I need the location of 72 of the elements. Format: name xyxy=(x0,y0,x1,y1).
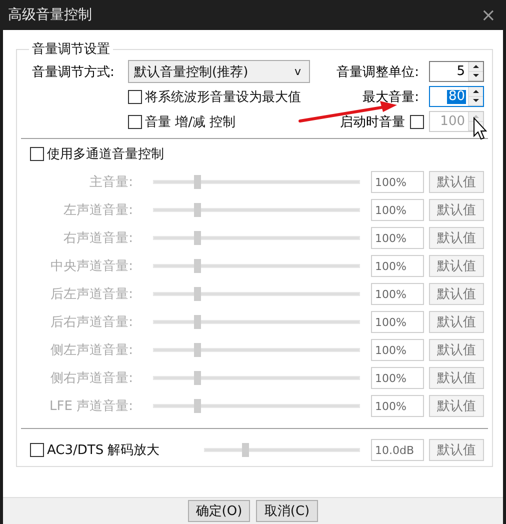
group-title: 音量调节设置 xyxy=(31,41,111,58)
checkbox[interactable] xyxy=(30,443,44,457)
slider-thumb[interactable] xyxy=(242,443,250,457)
default-button[interactable]: 默认值 xyxy=(429,199,484,221)
slider-thumb[interactable] xyxy=(194,315,202,329)
checkbox-label: AC3/DTS 解码放大 xyxy=(47,442,160,459)
checkbox-label: 使用多通道音量控制 xyxy=(47,146,164,163)
checkbox-label: 将系统波形音量设为最大值 xyxy=(145,88,301,106)
field-label: 音量调节方式: xyxy=(31,64,116,80)
mode-dropdown[interactable]: 默认音量控制(推荐) v xyxy=(128,60,310,83)
default-button[interactable]: 默认值 xyxy=(429,171,484,193)
checkbox[interactable] xyxy=(30,147,44,161)
value-field[interactable]: 100% xyxy=(371,199,424,221)
value-field[interactable]: 100% xyxy=(371,311,424,333)
up-arrow-icon xyxy=(473,64,479,68)
field-value: 100 xyxy=(439,114,466,128)
value-field[interactable]: 100% xyxy=(371,283,424,305)
slider-thumb[interactable] xyxy=(194,343,202,357)
field-value: 80 xyxy=(447,90,466,104)
slider-thumb[interactable] xyxy=(194,399,202,413)
up-arrow-icon xyxy=(473,90,479,93)
field-label: 最大音量: xyxy=(362,88,419,106)
close-button[interactable]: × xyxy=(480,4,498,26)
field-label: 启动时音量 xyxy=(340,114,405,130)
value-field[interactable]: 100% xyxy=(371,227,424,249)
default-button[interactable]: 默认值 xyxy=(429,255,484,277)
checkbox[interactable] xyxy=(128,114,142,128)
slider-thumb[interactable] xyxy=(194,231,202,245)
dropdown-value: 默认音量控制(推荐) xyxy=(134,64,248,80)
channel-label: 左声道音量: xyxy=(62,202,133,219)
checkbox-label: 音量 增/减 控制 xyxy=(145,114,236,130)
slider-thumb[interactable] xyxy=(194,371,202,385)
default-button[interactable]: 默认值 xyxy=(429,311,484,333)
channel-label: 后右声道音量: xyxy=(50,314,133,331)
slider-thumb[interactable] xyxy=(194,175,202,189)
cursor-icon xyxy=(474,116,488,140)
value-field[interactable]: 100% xyxy=(371,171,424,193)
default-button[interactable]: 默认值 xyxy=(429,439,484,461)
field-label: 音量调整单位: xyxy=(336,64,419,80)
up-arrow-icon xyxy=(473,114,479,118)
down-arrow-icon xyxy=(473,99,479,102)
spin-up-button[interactable] xyxy=(469,87,483,96)
window-title: 高级音量控制 xyxy=(8,6,92,24)
channel-label: 侧左声道音量: xyxy=(50,342,133,359)
value-field[interactable]: 10.0dB xyxy=(371,439,424,461)
number-field[interactable]: 80 xyxy=(429,86,484,107)
down-arrow-icon xyxy=(473,74,479,78)
default-button[interactable]: 默认值 xyxy=(429,227,484,249)
number-field[interactable]: 5 xyxy=(429,61,484,82)
dialog-button[interactable]: 确定(O) xyxy=(188,500,250,522)
channel-label: 侧右声道音量: xyxy=(50,370,133,387)
slider-thumb[interactable] xyxy=(194,287,202,301)
default-button[interactable]: 默认值 xyxy=(429,395,484,417)
spin-up-button[interactable] xyxy=(469,62,483,72)
value-field[interactable]: 100% xyxy=(371,395,424,417)
channel-label: 右声道音量: xyxy=(62,230,133,247)
value-field[interactable]: 100% xyxy=(371,255,424,277)
caret-icon: v xyxy=(294,65,301,78)
channel-label: LFE 声道音量: xyxy=(48,398,133,415)
dialog-button[interactable]: 取消(C) xyxy=(256,500,318,522)
value-field[interactable]: 100% xyxy=(371,339,424,361)
default-button[interactable]: 默认值 xyxy=(429,367,484,389)
value-field[interactable]: 100% xyxy=(371,367,424,389)
slider-thumb[interactable] xyxy=(194,203,202,217)
channel-label: 后左声道音量: xyxy=(50,286,133,303)
field-value: 5 xyxy=(456,64,466,78)
channel-label: 主音量: xyxy=(88,174,133,191)
default-button[interactable]: 默认值 xyxy=(429,283,484,305)
default-button[interactable]: 默认值 xyxy=(429,339,484,361)
channel-label: 中央声道音量: xyxy=(50,258,133,275)
checkbox[interactable] xyxy=(128,90,142,104)
slider-thumb[interactable] xyxy=(194,259,202,273)
